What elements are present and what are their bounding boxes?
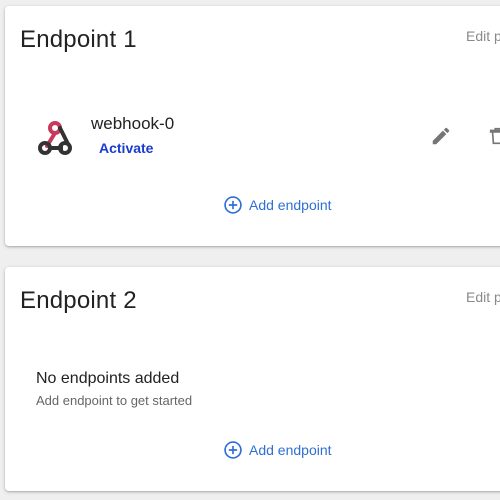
- empty-state-subtitle: Add endpoint to get started: [36, 393, 193, 408]
- add-circle-icon: [224, 441, 242, 459]
- add-endpoint-button[interactable]: Add endpoint: [223, 440, 332, 460]
- add-endpoint-button[interactable]: Add endpoint: [223, 195, 332, 215]
- pencil-icon[interactable]: [430, 125, 452, 147]
- empty-state-title: No endpoints added: [36, 370, 180, 387]
- endpoint-name: webhook-0: [91, 114, 175, 133]
- endpoint-card-2: Endpoint 2 Edit p No endpoints added Add…: [5, 267, 500, 491]
- edit-link[interactable]: Edit p: [466, 28, 500, 44]
- edit-link[interactable]: Edit p: [466, 289, 500, 305]
- card-title: Endpoint 2: [20, 287, 137, 314]
- add-circle-icon: [224, 196, 242, 214]
- webhook-icon: [38, 121, 72, 155]
- trash-icon[interactable]: [487, 125, 500, 147]
- add-endpoint-label: Add endpoint: [249, 442, 332, 458]
- add-endpoint-label: Add endpoint: [249, 197, 332, 213]
- card-title: Endpoint 1: [20, 26, 137, 53]
- endpoint-card-1: Endpoint 1 Edit p webhook-0 Activate Add…: [5, 6, 500, 246]
- activate-button[interactable]: Activate: [99, 140, 153, 156]
